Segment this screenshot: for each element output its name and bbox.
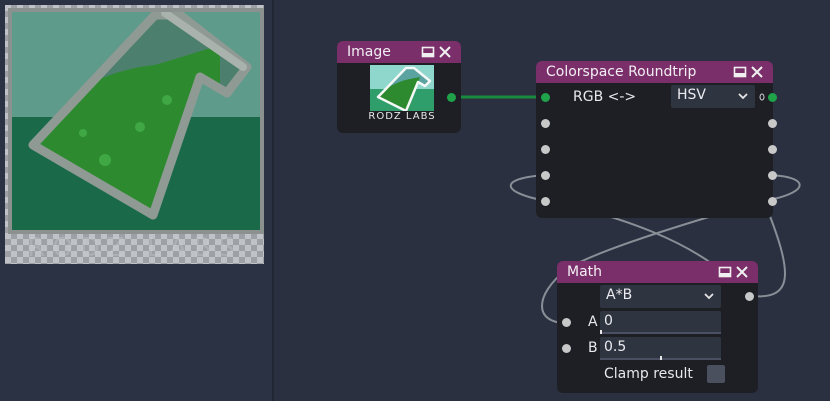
math-output-port[interactable] — [745, 292, 754, 301]
colorspace-output-port-5[interactable] — [768, 197, 777, 206]
math-b-field[interactable]: 0.5 — [600, 337, 721, 360]
math-input-port-a[interactable] — [562, 318, 571, 327]
math-a-field[interactable]: 0 — [600, 311, 721, 334]
math-operation-value: A*B — [606, 287, 633, 303]
colorspace-input-port-5[interactable] — [541, 197, 550, 206]
math-node[interactable]: Math A*B A 0 B 0.5 Clamp result — [557, 261, 758, 393]
math-a-value: 0 — [604, 313, 613, 329]
minimize-icon[interactable] — [421, 45, 435, 59]
minimize-icon[interactable] — [718, 265, 732, 279]
colorspace-output-port-3[interactable] — [768, 145, 777, 154]
colorspace-output-port-2[interactable] — [768, 119, 777, 128]
image-node[interactable]: Image RODZ LABS — [337, 41, 461, 133]
minimize-icon[interactable] — [733, 65, 747, 79]
preview-panel: RODZ LABS — [0, 0, 272, 401]
image-node-title: Image — [347, 44, 391, 60]
close-icon[interactable] — [438, 45, 452, 59]
colorspace-output-port-4[interactable] — [768, 171, 777, 180]
image-node-header[interactable]: Image — [337, 41, 461, 63]
colorspace-node-header[interactable]: Colorspace Roundtrip — [536, 61, 773, 83]
graph-canvas[interactable]: Image RODZ LABS Colorspace Roundtrip RGB… — [274, 0, 830, 401]
colorspace-label: RGB <-> — [573, 89, 637, 105]
math-b-value: 0.5 — [604, 339, 627, 355]
image-thumbnail[interactable]: RODZ LABS — [362, 65, 442, 123]
colorspace-input-port-3[interactable] — [541, 145, 550, 154]
clamp-result-checkbox[interactable] — [707, 365, 725, 383]
math-b-label: B — [588, 340, 598, 356]
close-icon[interactable] — [735, 265, 749, 279]
math-a-slider-knob[interactable] — [600, 330, 602, 334]
flask-icon — [370, 65, 434, 113]
math-node-header[interactable]: Math — [557, 261, 758, 283]
image-output-port[interactable] — [447, 93, 456, 102]
chevron-down-icon — [738, 93, 748, 100]
colorspace-output-port-1[interactable] — [768, 93, 777, 102]
math-b-slider-knob[interactable] — [660, 356, 662, 360]
math-operation-select[interactable]: A*B — [600, 285, 721, 308]
thumbnail-brand-text: RODZ LABS — [362, 111, 442, 123]
flask-icon — [8, 8, 264, 234]
math-a-label: A — [588, 314, 598, 330]
math-node-title: Math — [567, 264, 603, 280]
colorspace-input-port-1[interactable] — [541, 93, 550, 102]
clamp-result-label: Clamp result — [604, 366, 693, 382]
math-input-port-b[interactable] — [562, 344, 571, 353]
math-a-slider-track[interactable] — [600, 332, 721, 334]
colorspace-mode-value: HSV — [677, 87, 706, 103]
brand-text: RODZ LABS — [27, 233, 242, 263]
preview-image: RODZ LABS — [5, 5, 264, 264]
colorspace-mode-select[interactable]: HSV — [671, 85, 755, 108]
colorspace-input-port-4[interactable] — [541, 171, 550, 180]
chevron-down-icon — [704, 293, 714, 300]
colorspace-node-title: Colorspace Roundtrip — [546, 64, 697, 80]
colorspace-input-port-2[interactable] — [541, 119, 550, 128]
close-icon[interactable] — [750, 65, 764, 79]
link-icon — [759, 93, 765, 101]
colorspace-roundtrip-node[interactable]: Colorspace Roundtrip RGB <-> HSV — [536, 61, 777, 218]
